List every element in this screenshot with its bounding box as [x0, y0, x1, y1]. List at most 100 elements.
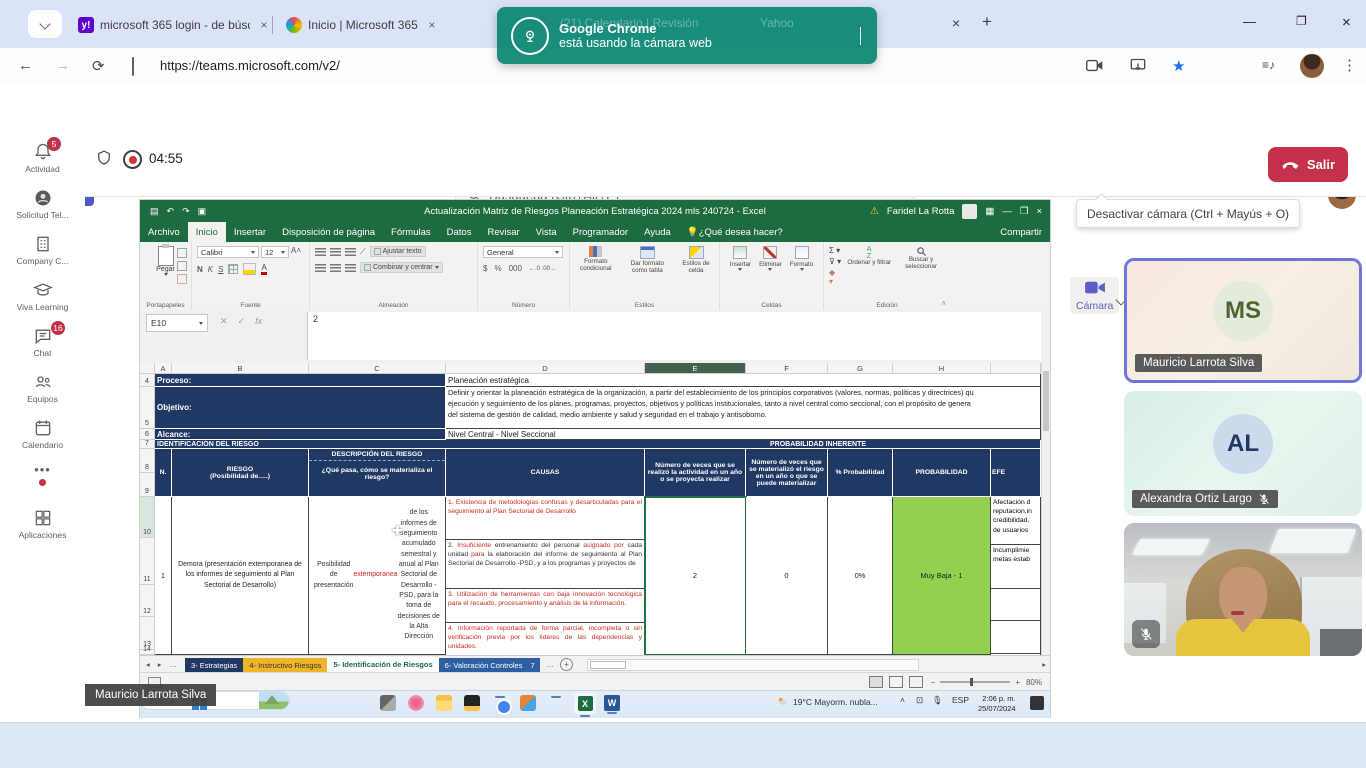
sheet-tab-7[interactable]: 7	[528, 658, 540, 673]
shared-weather[interactable]: 19°C Mayorm. nubla...	[776, 695, 878, 708]
ribbon-tab-inicio[interactable]: Inicio	[188, 222, 226, 242]
font-color-icon[interactable]: A	[261, 264, 266, 275]
col-header-f[interactable]: F	[746, 363, 828, 374]
back-icon[interactable]: ←	[18, 57, 33, 74]
touch-mode-icon[interactable]: ▣	[198, 206, 207, 217]
vertical-scrollbar[interactable]	[1041, 363, 1050, 655]
row-header[interactable]: 7	[140, 440, 155, 449]
cell-proceso-value[interactable]: Planeación estratégica	[446, 374, 1041, 387]
header-veces-actividad[interactable]: Número de veces que se realizó la activi…	[645, 449, 746, 497]
fill-icon[interactable]: ⊽ ▾	[829, 257, 841, 266]
add-sheet-icon[interactable]: +	[560, 658, 573, 671]
col-header-e[interactable]: E	[645, 363, 746, 374]
header-probabilidad[interactable]: PROBABILIDAD	[893, 449, 991, 497]
chrome-menu-icon[interactable]: ⋮	[1342, 56, 1357, 74]
participant-tile-mauricio[interactable]: MS Mauricio Larrota Silva	[1124, 258, 1362, 383]
insert-cells-button[interactable]: Insertar	[730, 246, 751, 271]
fill-color-icon[interactable]	[243, 263, 256, 275]
orientation-icon[interactable]: ⟋	[360, 247, 366, 257]
url-text[interactable]: https://teams.microsoft.com/v2/	[160, 58, 340, 73]
sidebar-item-equipos[interactable]: Equipos	[0, 372, 85, 404]
shared-clock[interactable]: 2:06 p. m.25/07/2024	[978, 694, 1016, 714]
reload-icon[interactable]: ⟳	[92, 57, 105, 75]
tab-close-icon[interactable]: ×	[424, 18, 440, 32]
media-controls-icon[interactable]: ≡♪	[1262, 58, 1275, 72]
horizontal-scrollbar[interactable]	[587, 659, 919, 671]
camera-button[interactable]: Cámara	[1070, 277, 1119, 314]
site-info-icon[interactable]	[132, 57, 134, 76]
save-icon[interactable]: ▤	[150, 206, 159, 217]
col-header-g[interactable]: G	[828, 363, 893, 374]
bookmark-star-icon[interactable]: ★	[1172, 57, 1185, 75]
underline-icon[interactable]: S	[218, 265, 223, 274]
shared-notes-icon[interactable]	[464, 695, 480, 711]
excel-share-button[interactable]: Compartir	[1000, 227, 1042, 238]
cell-probabilidad[interactable]: Muy Baja - 1	[893, 497, 991, 655]
header-riesgo[interactable]: RIESGO (Posibilidad de.....)	[172, 449, 309, 497]
sort-filter-button[interactable]: AZ Ordenar y filtrar	[847, 246, 891, 286]
tell-me-box[interactable]: 💡 ¿Qué desea hacer?	[679, 222, 791, 242]
cell-efecto-1[interactable]: Afectación d reputacion,in credibilidad,…	[991, 497, 1040, 545]
cell-styles-button[interactable]: Estilos de celda	[678, 246, 714, 275]
page-break-icon[interactable]	[909, 676, 923, 688]
align-top-icon[interactable]	[315, 248, 326, 256]
ribbon-tab-ayuda[interactable]: Ayuda	[636, 222, 679, 242]
chrome-profile-avatar[interactable]	[1300, 54, 1324, 78]
sheet-more-left[interactable]: …	[170, 660, 178, 669]
page-layout-icon[interactable]	[889, 676, 903, 688]
col-header-i[interactable]	[991, 363, 1041, 374]
align-bottom-icon[interactable]	[345, 248, 356, 256]
ribbon-tab-vista[interactable]: Vista	[528, 222, 565, 242]
zoom-level[interactable]: 80%	[1026, 678, 1042, 687]
cell-riesgo[interactable]: Demora (presentación extemporanea de los…	[172, 497, 309, 655]
fx-icon[interactable]: fx	[255, 316, 262, 327]
align-right-icon[interactable]	[345, 264, 356, 272]
wrap-text-button[interactable]: Ajustar texto	[370, 246, 426, 257]
col-header-b[interactable]: B	[172, 363, 309, 374]
sidebar-more-button[interactable]: •••	[0, 462, 85, 486]
collapse-ribbon-icon[interactable]: ˄	[941, 299, 946, 308]
number-format-combo[interactable]: General	[483, 246, 563, 258]
cell-veces-riesgo[interactable]: 0	[746, 497, 828, 655]
merge-center-button[interactable]: Combinar y centrar	[360, 262, 443, 273]
row-header[interactable]: 8	[140, 449, 155, 473]
sheet-tab-estrategias[interactable]: 3- Estrategias	[185, 658, 243, 673]
row-header[interactable]: 10	[140, 497, 155, 538]
header-veces-riesgo[interactable]: Número de veces que se materializó el ri…	[746, 449, 828, 497]
bold-icon[interactable]: N	[197, 265, 203, 274]
tab-search-button[interactable]	[28, 10, 62, 38]
thousands-icon[interactable]: 000	[509, 264, 522, 273]
shared-tray-shield-icon[interactable]: ⊡	[916, 695, 923, 706]
delete-cells-button[interactable]: Eliminar	[759, 246, 782, 271]
forward-icon[interactable]: →	[55, 57, 70, 74]
align-center-icon[interactable]	[330, 264, 341, 272]
formula-input[interactable]: 2	[307, 312, 1041, 360]
ribbon-tab-insertar[interactable]: Insertar	[226, 222, 274, 242]
row-header[interactable]: 6	[140, 429, 155, 440]
row-header[interactable]: 4	[140, 374, 155, 387]
cell-objetivo-value[interactable]: Definir y orientar la planeación estraté…	[446, 387, 1041, 429]
sidebar-item-chat[interactable]: Chat 16	[0, 326, 85, 358]
cut-icon[interactable]	[177, 248, 187, 258]
excel-grid[interactable]: A B C D E F G H 4 5 6 7 8 9 10 11 12 13 …	[140, 363, 1050, 655]
cell-objetivo-label[interactable]: Objetivo:	[155, 387, 446, 429]
align-left-icon[interactable]	[315, 264, 326, 272]
row-header[interactable]: 5	[140, 387, 155, 429]
cell-proceso-label[interactable]: Proceso:	[155, 374, 446, 387]
cell-n[interactable]: 1	[155, 497, 172, 655]
col-header-d[interactable]: D	[446, 363, 645, 374]
sidebar-item-actividad[interactable]: Actividad 5	[0, 142, 85, 174]
find-select-button[interactable]: Buscar y seleccionar	[897, 246, 945, 286]
zoom-out-icon[interactable]: −	[931, 678, 936, 687]
sheet-tab-identificacion-active[interactable]: 5- Identificación de Riesgos	[327, 657, 438, 674]
header-pct[interactable]: % Probabilidad	[828, 449, 893, 497]
row-header[interactable]: 12	[140, 585, 155, 617]
col-header-a[interactable]: A	[155, 363, 172, 374]
window-minimize-button[interactable]: —	[1243, 14, 1256, 29]
shared-file-explorer-icon[interactable]	[436, 695, 452, 711]
sheet-scroll-right[interactable]: ▸	[1042, 660, 1046, 669]
header-descripcion[interactable]: DESCRIPCIÓN DEL RIESGO	[309, 449, 445, 461]
shared-taskview-icon[interactable]	[380, 695, 396, 711]
header-n[interactable]: N.	[155, 449, 172, 497]
ribbon-tab-datos[interactable]: Datos	[439, 222, 480, 242]
